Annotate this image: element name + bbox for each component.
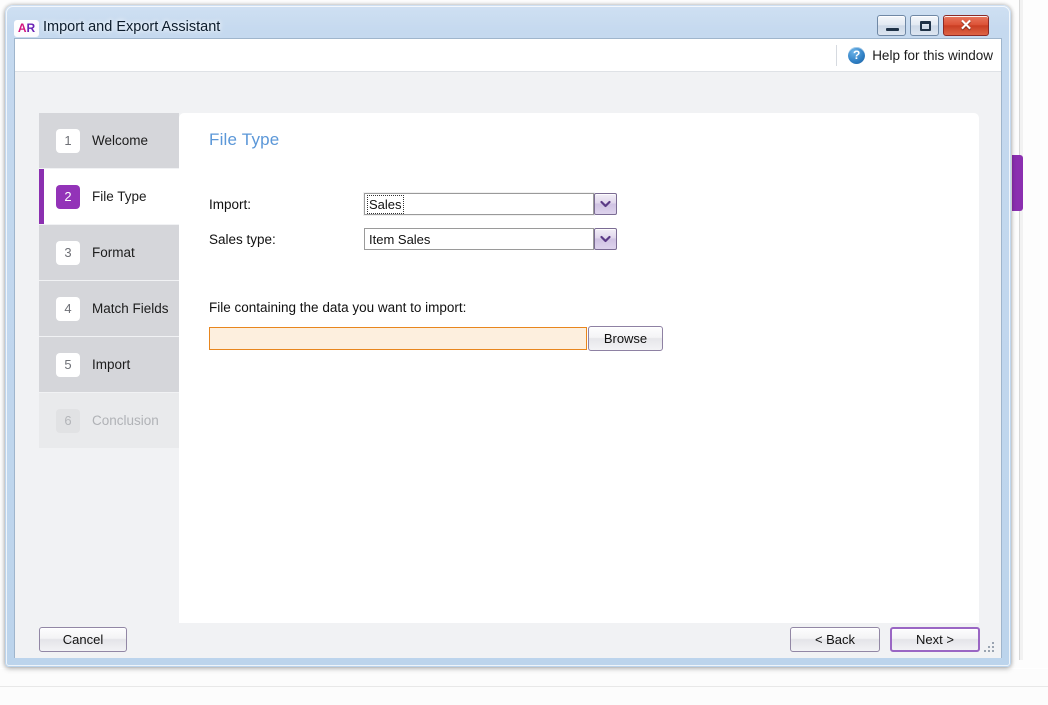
steps-sidebar: 1 Welcome 2 File Type 3 Format 4 Match F…	[39, 113, 179, 449]
app-logo-icon: AR	[14, 20, 39, 37]
next-button[interactable]: Next >	[890, 627, 980, 652]
import-dropdown-value: Sales	[367, 194, 404, 214]
file-path-input[interactable]	[209, 327, 587, 350]
sidebar-item-label: Welcome	[92, 133, 149, 148]
sidebar-item-label: File Type	[92, 189, 147, 204]
sidebar-item-label: Format	[92, 245, 135, 260]
background-lower-divider	[0, 686, 1048, 687]
sales-type-dropdown-value: Item Sales	[369, 231, 431, 247]
help-for-this-window-link[interactable]: ? Help for this window	[836, 45, 993, 66]
window-title: Import and Export Assistant	[43, 19, 221, 35]
sales-type-dropdown[interactable]: Item Sales	[364, 228, 617, 250]
sidebar-item-label: Conclusion	[92, 413, 159, 428]
maximize-button[interactable]	[910, 15, 939, 36]
chevron-down-icon[interactable]	[594, 228, 617, 250]
close-icon: ✕	[959, 17, 973, 34]
file-path-label: File containing the data you want to imp…	[209, 300, 467, 315]
import-field-row: Import: Sales	[209, 193, 617, 215]
step-number-badge: 5	[56, 352, 80, 377]
import-label: Import:	[209, 196, 252, 212]
sales-type-label: Sales type:	[209, 231, 276, 247]
sidebar-item-welcome[interactable]: 1 Welcome	[39, 113, 179, 168]
logo-letter-a: A	[17, 21, 27, 35]
sidebar-item-match-fields[interactable]: 4 Match Fields	[39, 281, 179, 336]
sales-type-field-row: Sales type: Item Sales	[209, 228, 617, 250]
sidebar-item-conclusion: 6 Conclusion	[39, 393, 179, 448]
sidebar-item-label: Import	[92, 357, 131, 372]
content-panel: File Type Import: Sales Sales type: Item…	[179, 113, 979, 623]
sidebar-item-label: Match Fields	[92, 301, 169, 316]
minimize-button[interactable]	[877, 15, 906, 36]
assistant-window: AR Import and Export Assistant ✕ ? Help …	[5, 5, 1011, 667]
minimize-icon	[886, 28, 899, 31]
sidebar-item-format[interactable]: 3 Format	[39, 225, 179, 280]
page-title: File Type	[209, 130, 280, 149]
step-number-badge: 4	[56, 296, 80, 321]
sidebar-item-file-type[interactable]: 2 File Type	[39, 169, 179, 224]
sidebar-item-import[interactable]: 5 Import	[39, 337, 179, 392]
logo-letter-r: R	[26, 21, 36, 35]
browse-button[interactable]: Browse	[588, 326, 663, 351]
background-purple-tab	[1012, 155, 1023, 211]
close-button[interactable]: ✕	[943, 15, 989, 36]
help-strip: ? Help for this window	[15, 39, 1001, 72]
step-number-badge: 3	[56, 240, 80, 265]
maximize-icon	[920, 21, 931, 31]
background-app-edge	[1019, 0, 1023, 660]
question-mark-icon: ?	[848, 47, 866, 64]
back-button[interactable]: < Back	[790, 627, 880, 652]
resize-grip[interactable]	[983, 641, 996, 654]
step-number-badge: 2	[56, 184, 80, 209]
help-link-label: Help for this window	[872, 48, 993, 63]
title-bar[interactable]: AR Import and Export Assistant ✕	[5, 5, 1011, 38]
client-area: ? Help for this window 1 Welcome 2 File …	[14, 38, 1002, 658]
step-number-badge: 6	[56, 408, 80, 433]
cancel-button[interactable]: Cancel	[39, 627, 127, 652]
import-dropdown[interactable]: Sales	[364, 193, 617, 215]
step-number-badge: 1	[56, 128, 80, 153]
chevron-down-icon[interactable]	[594, 193, 617, 215]
